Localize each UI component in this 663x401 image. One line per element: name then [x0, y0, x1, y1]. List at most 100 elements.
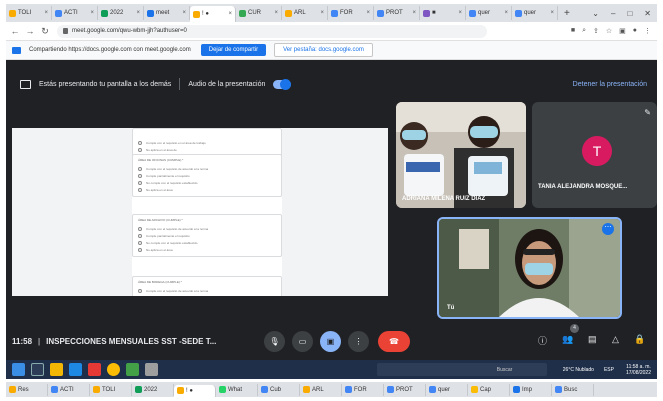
- windows-start-icon[interactable]: [12, 363, 25, 376]
- stop-sharing-button[interactable]: Dejar de compartir: [200, 44, 267, 56]
- tab-close-icon[interactable]: ×: [274, 10, 278, 16]
- radio-option[interactable]: Cumple con el requisito de acuerdo a la …: [138, 225, 276, 232]
- people-icon[interactable]: 👥: [562, 334, 573, 345]
- back-icon[interactable]: ←: [9, 26, 21, 36]
- browser-tab[interactable]: ! ● ×: [190, 6, 236, 22]
- chrome-icon[interactable]: [107, 363, 120, 376]
- browser-tab[interactable]: ACTI ×: [52, 6, 98, 20]
- radio-option[interactable]: No aplica en el área: [138, 246, 276, 253]
- browser-tab[interactable]: ! ●: [174, 384, 216, 397]
- bookmark-star-icon[interactable]: ☆: [606, 27, 612, 35]
- radio-option[interactable]: Cumple parcialmente el requisito: [138, 172, 276, 179]
- browser-tab[interactable]: CUR ×: [236, 6, 282, 20]
- radio-option[interactable]: No cumple con el requisito establecido: [138, 239, 276, 246]
- more-options-icon[interactable]: ⋯: [602, 223, 614, 235]
- option-label: Cumple parcialmente el requisito: [146, 233, 190, 238]
- self-video-tile[interactable]: ⋯ Tú: [437, 217, 622, 319]
- browser-tab[interactable]: 2022 ×: [98, 6, 144, 20]
- browser-tab[interactable]: Imp: [510, 383, 552, 396]
- info-icon[interactable]: ⓘ: [538, 334, 547, 347]
- language-indicator[interactable]: ESP: [604, 367, 614, 373]
- more-options-button[interactable]: ⋮: [348, 330, 369, 352]
- radio-option[interactable]: Cumple con el requisito de acuerdo a la …: [138, 165, 276, 172]
- edge-icon[interactable]: [69, 363, 82, 376]
- pinned-app-icon[interactable]: [145, 363, 158, 376]
- present-button[interactable]: ▣: [320, 330, 341, 352]
- stop-presenting-link[interactable]: Detener la presentación: [573, 81, 647, 88]
- tab-close-icon[interactable]: ×: [366, 10, 370, 16]
- tab-close-icon[interactable]: ×: [504, 10, 508, 16]
- radio-option[interactable]: Cumple parcialmente el requisito: [138, 232, 276, 239]
- browser-tab[interactable]: ARL: [300, 383, 342, 396]
- browser-tab[interactable]: ARL ×: [282, 6, 328, 20]
- menu-icon[interactable]: ⋮: [644, 27, 651, 35]
- tab-close-icon[interactable]: ×: [458, 10, 462, 16]
- microphone-button[interactable]: 🎙: [264, 330, 285, 352]
- browser-tab[interactable]: quer ×: [466, 6, 512, 20]
- pin-icon[interactable]: ✎: [644, 108, 651, 117]
- tab-close-icon[interactable]: ×: [550, 10, 554, 16]
- app-icon[interactable]: [126, 363, 139, 376]
- radio-option[interactable]: No aplica en el área: [138, 186, 276, 193]
- tab-favicon-icon: [469, 9, 476, 17]
- maximize-icon[interactable]: □: [627, 9, 632, 18]
- browser-tab[interactable]: 2022: [132, 383, 174, 396]
- camera-icon[interactable]: ■: [571, 27, 575, 35]
- tab-label: ! ●: [202, 11, 209, 17]
- taskbar-search-input[interactable]: Buscar: [376, 363, 547, 376]
- share-icon[interactable]: ⇪: [593, 27, 599, 35]
- radio-option[interactable]: Cumple con el requisito en el área de tr…: [138, 139, 276, 146]
- host-controls-icon[interactable]: 🔒: [634, 334, 645, 345]
- taskbar-clock[interactable]: 11:58 a. m. 17/08/2022: [626, 364, 651, 376]
- tab-list-icon[interactable]: ⌄: [592, 9, 599, 18]
- camera-button[interactable]: ▭: [292, 330, 313, 352]
- browser-tab[interactable]: ACTI: [48, 383, 90, 396]
- participant-tile-avatar[interactable]: ✎ T TANIA ALEJANDRA MOSQUE...: [532, 102, 657, 208]
- tab-close-icon[interactable]: ×: [136, 10, 140, 16]
- browser-tab[interactable]: FOR: [342, 383, 384, 396]
- browser-tab[interactable]: Res: [6, 383, 48, 396]
- tab-close-icon[interactable]: ×: [228, 11, 232, 17]
- weather-widget[interactable]: 26°C Nublado: [563, 367, 594, 373]
- participant-tile-video[interactable]: ADRIANA MILENA RUIZ DIAZ: [396, 102, 526, 208]
- profile-icon[interactable]: ●: [633, 27, 637, 35]
- leave-call-button[interactable]: ☎: [378, 330, 410, 352]
- chat-icon[interactable]: ▤: [588, 334, 597, 345]
- browser-tab[interactable]: Cub: [258, 383, 300, 396]
- browser-tab[interactable]: ■ ×: [420, 6, 466, 20]
- radio-option[interactable]: Cumple con el requisito de acuerdo a la …: [138, 287, 276, 294]
- browser-tab[interactable]: PROT: [384, 383, 426, 396]
- browser-tab[interactable]: quer ×: [512, 6, 558, 20]
- tab-close-icon[interactable]: ×: [412, 10, 416, 16]
- zoom-icon[interactable]: ⌕: [582, 27, 586, 35]
- browser-tab[interactable]: Cap: [468, 383, 510, 396]
- search-icon[interactable]: [31, 363, 44, 376]
- radio-option[interactable]: No cumple con el requisito establecido: [138, 179, 276, 186]
- browser-tab[interactable]: TOLI: [90, 383, 132, 396]
- browser-tab[interactable]: What: [216, 383, 258, 396]
- browser-tab[interactable]: meet ×: [144, 6, 190, 20]
- new-tab-button[interactable]: +: [558, 8, 576, 19]
- tab-close-icon[interactable]: ×: [44, 10, 48, 16]
- file-explorer-icon[interactable]: [50, 363, 63, 376]
- tab-search-icon[interactable]: ▣: [619, 27, 626, 35]
- tab-close-icon[interactable]: ×: [90, 10, 94, 16]
- audio-toggle[interactable]: [273, 78, 292, 90]
- url-input[interactable]: meet.google.com/qwu-wbm-jjh?authuser=0: [57, 24, 487, 38]
- activities-icon[interactable]: △: [612, 334, 619, 345]
- forward-icon[interactable]: →: [24, 26, 36, 36]
- close-icon[interactable]: ✕: [644, 9, 651, 18]
- radio-option[interactable]: No aplica en el área de: [138, 146, 276, 153]
- tab-close-icon[interactable]: ×: [320, 10, 324, 16]
- browser-tab[interactable]: PROT ×: [374, 6, 420, 20]
- browser-tab[interactable]: FOR ×: [328, 6, 374, 20]
- browser-tab[interactable]: Busc: [552, 383, 594, 396]
- browser-tab[interactable]: quer: [426, 383, 468, 396]
- meet-window: Estás presentando tu pantalla a los demá…: [6, 60, 657, 360]
- office-icon[interactable]: [88, 363, 101, 376]
- browser-tab[interactable]: TOLI ×: [6, 6, 52, 20]
- tab-close-icon[interactable]: ×: [182, 10, 186, 16]
- show-tab-button[interactable]: Ver pestaña: docs.google.com: [274, 43, 373, 57]
- minimize-icon[interactable]: –: [611, 9, 615, 18]
- reload-icon[interactable]: ↻: [39, 26, 51, 37]
